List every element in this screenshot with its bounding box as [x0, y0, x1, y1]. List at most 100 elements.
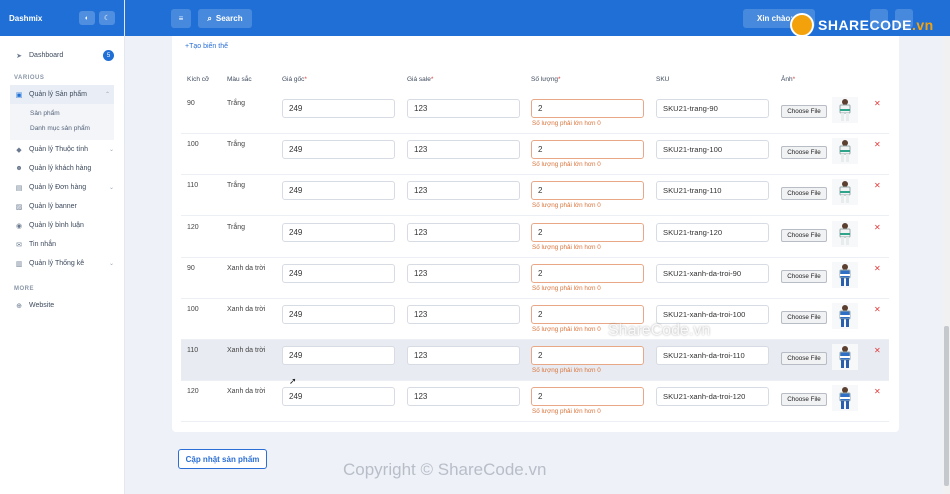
sku-input[interactable]: SKU21-xanh-da-troi-120	[656, 387, 769, 407]
cell-size: 120	[187, 223, 199, 231]
delete-row-icon[interactable]: ✕	[874, 346, 881, 355]
choose-file-button[interactable]: Choose File	[781, 269, 827, 283]
sidebar-item-4[interactable]: ◉ Quản lý bình luận	[0, 216, 124, 235]
quantity-input[interactable]: 2	[531, 263, 644, 283]
delete-row-icon[interactable]: ✕	[874, 99, 881, 108]
sale-price-input[interactable]: 123	[407, 222, 520, 242]
header-sale: Giá sale*	[407, 76, 433, 83]
cell-color: Xanh da trời	[227, 264, 266, 272]
sidebar-item-6[interactable]: ▥ Quản lý Thống kê ⌄	[0, 254, 124, 273]
sidebar-nav: ➤ Dashboard 5 VARIOUS ▣ Quản lý Sản phẩm…	[0, 36, 124, 315]
sidebar-item-2[interactable]: ▤ Quản lý Đơn hàng ⌄	[0, 178, 124, 197]
price-input[interactable]: 249	[282, 140, 395, 160]
sku-input[interactable]: SKU21-xanh-da-troi-110	[656, 346, 769, 366]
sidebar-item-5[interactable]: ✉ Tin nhắn	[0, 235, 124, 254]
sku-input[interactable]: SKU21-trang-100	[656, 140, 769, 160]
sku-input[interactable]: SKU21-trang-110	[656, 181, 769, 201]
sidebar-item-dashboard[interactable]: ➤ Dashboard 5	[0, 46, 124, 65]
delete-row-icon[interactable]: ✕	[874, 140, 881, 149]
submenu-item-products[interactable]: Sản phẩm	[10, 106, 114, 121]
sidebar-item-website[interactable]: ⊕ Website	[0, 296, 124, 315]
table-row: 110 Trắng 249 123 2 Số lượng phải lớn hơ…	[181, 175, 889, 217]
add-variant-link[interactable]: +Tạo biến thể	[185, 43, 228, 50]
sidebar-item-1[interactable]: ☻ Quản lý khách hàng	[0, 159, 124, 178]
quantity-input[interactable]: 2	[531, 387, 644, 407]
update-product-button[interactable]: Cập nhật sản phẩm	[178, 449, 267, 469]
toggle-icon[interactable]: ◐	[79, 11, 95, 25]
sale-price-input[interactable]: 123	[407, 99, 520, 118]
product-thumbnail	[832, 385, 858, 412]
kid-outfit-image	[839, 305, 851, 327]
header-color: Màu sắc	[227, 76, 252, 83]
header-price: Giá gốc*	[282, 76, 307, 83]
delete-row-icon[interactable]: ✕	[874, 305, 881, 314]
header-size: Kích cỡ	[187, 76, 210, 83]
sidebar-item-products[interactable]: ▣ Quản lý Sản phẩm ⌃	[10, 85, 114, 104]
cell-color: Trắng	[227, 182, 246, 190]
quantity-error: Số lượng phải lớn hơn 0	[532, 161, 601, 169]
quantity-input[interactable]: 2	[531, 140, 644, 160]
choose-file-button[interactable]: Choose File	[781, 146, 827, 160]
price-input[interactable]: 249	[282, 181, 395, 201]
sku-input[interactable]: SKU21-xanh-da-troi-90	[656, 263, 769, 283]
scrollbar[interactable]	[943, 36, 950, 494]
price-input[interactable]: 249	[282, 263, 395, 283]
sidebar-item-label: Website	[29, 302, 55, 309]
cell-size: 110	[187, 182, 199, 190]
choose-file-button[interactable]: Choose File	[781, 228, 827, 242]
section-heading-more: MORE	[14, 286, 34, 292]
choose-file-button[interactable]: Choose File	[781, 105, 827, 118]
quantity-error: Số lượng phải lớn hơn 0	[532, 367, 601, 375]
choose-file-button[interactable]: Choose File	[781, 311, 827, 324]
price-input[interactable]: 249	[282, 222, 395, 242]
delete-row-icon[interactable]: ✕	[874, 181, 881, 190]
kid-outfit-image	[839, 387, 851, 410]
product-thumbnail	[832, 344, 858, 371]
price-input[interactable]: 249	[282, 346, 395, 366]
watermark-center: ShareCode.vn	[608, 322, 711, 339]
chevron-down-icon: ⌄	[108, 185, 114, 191]
brand-name[interactable]: Dashmix	[9, 14, 75, 23]
submenu-item-categories[interactable]: Danh mục sản phẩm	[10, 121, 114, 136]
product-thumbnail	[832, 179, 858, 206]
cell-size: 90	[187, 264, 195, 272]
choose-file-button[interactable]: Choose File	[781, 352, 827, 366]
search-icon: ⌕	[207, 13, 212, 23]
sidebar-item-0[interactable]: ◆ Quản lý Thuộc tính ⌄	[0, 140, 124, 159]
quantity-input[interactable]: 2	[531, 222, 644, 242]
sale-price-input[interactable]: 123	[407, 387, 520, 407]
choose-file-button[interactable]: Choose File	[781, 187, 827, 201]
cell-color: Trắng	[227, 100, 246, 107]
sku-input[interactable]: SKU21-trang-120	[656, 222, 769, 242]
tag-icon: ◆	[16, 146, 22, 154]
sale-price-input[interactable]: 123	[407, 181, 520, 201]
moon-icon[interactable]: ☾	[99, 11, 115, 25]
sidebar-item-3[interactable]: ▨ Quản lý banner	[0, 197, 124, 216]
cell-size: 120	[187, 388, 199, 396]
delete-row-icon[interactable]: ✕	[874, 387, 881, 396]
header-qty: Số lượng*	[531, 76, 561, 83]
quantity-input[interactable]: 2	[531, 181, 644, 201]
delete-row-icon[interactable]: ✕	[874, 264, 881, 273]
price-input[interactable]: 249	[282, 387, 395, 407]
sale-price-input[interactable]: 123	[407, 305, 520, 324]
table-row: 100 Xanh da trời 249 123 2 Số lượng phải…	[181, 299, 889, 340]
sale-price-input[interactable]: 123	[407, 140, 520, 160]
search-button[interactable]: ⌕ Search	[198, 9, 252, 28]
choose-file-button[interactable]: Choose File	[781, 393, 827, 407]
cell-size: 90	[187, 100, 195, 107]
sale-price-input[interactable]: 123	[407, 263, 520, 283]
delete-row-icon[interactable]: ✕	[874, 223, 881, 232]
quantity-input[interactable]: 2	[531, 346, 644, 366]
header-image: Ảnh*	[781, 76, 795, 83]
price-input[interactable]: 249	[282, 305, 395, 324]
kid-outfit-image	[839, 346, 851, 369]
scrollbar-thumb[interactable]	[944, 326, 949, 486]
quantity-input[interactable]: 2	[531, 99, 644, 118]
logo-mark-icon	[790, 13, 814, 37]
sku-input[interactable]: SKU21-trang-90	[656, 99, 769, 118]
sale-price-input[interactable]: 123	[407, 346, 520, 366]
price-input[interactable]: 249	[282, 99, 395, 118]
kid-outfit-image	[839, 222, 851, 245]
menu-button[interactable]: ≡	[171, 9, 191, 28]
